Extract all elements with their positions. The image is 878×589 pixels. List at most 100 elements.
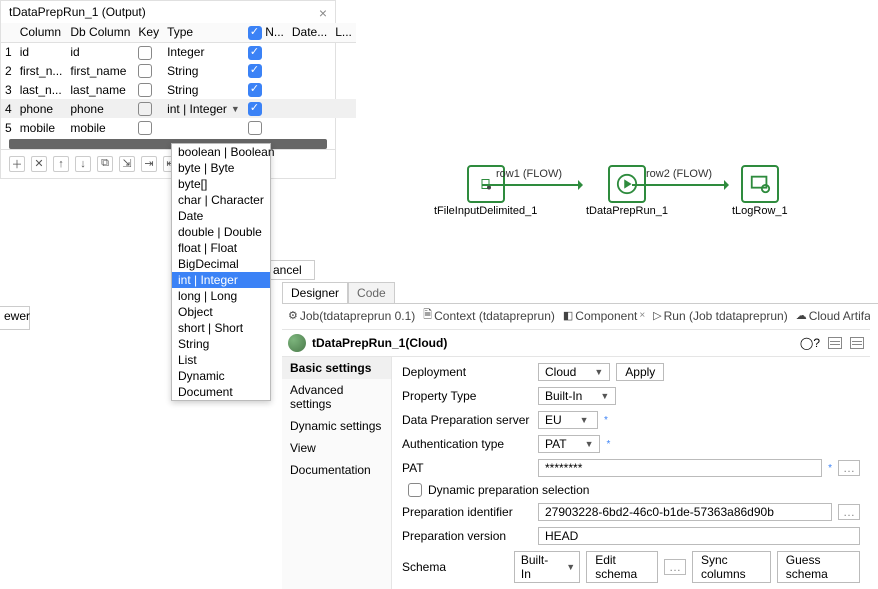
add-row-icon[interactable]: ＋ xyxy=(9,156,25,172)
flow-connector[interactable] xyxy=(482,184,582,186)
type-option[interactable]: double | Double xyxy=(172,224,270,240)
type-dropdown-list[interactable]: boolean | Boolean byte | Byte byte[] cha… xyxy=(171,143,271,401)
nav-documentation[interactable]: Documentation xyxy=(282,459,391,481)
tab-designer[interactable]: Designer xyxy=(282,282,348,303)
chevron-down-icon: ▼ xyxy=(585,439,594,449)
type-option[interactable]: byte | Byte xyxy=(172,160,270,176)
server-select[interactable]: EU▼ xyxy=(538,411,598,429)
view-tabs: ⚙ Job(tdatapreprun 0.1) 🗎 Context (tdata… xyxy=(282,302,870,330)
schema-label: Schema xyxy=(402,560,508,574)
type-option[interactable]: Document xyxy=(172,384,270,400)
list-view-icon[interactable] xyxy=(850,337,864,349)
dynamic-prep-checkbox[interactable] xyxy=(408,483,422,497)
nav-advanced-settings[interactable]: Advanced settings xyxy=(282,379,391,415)
sync-columns-button[interactable]: Sync columns xyxy=(692,551,771,583)
type-option[interactable]: int | Integer xyxy=(172,272,270,288)
horizontal-scrollbar[interactable] xyxy=(9,139,327,149)
table-row[interactable]: 1idid Integer xyxy=(1,42,356,61)
type-option[interactable]: byte[] xyxy=(172,176,270,192)
key-checkbox[interactable] xyxy=(138,64,152,78)
type-dropdown-cell[interactable]: int | Integer▼ xyxy=(167,102,240,116)
form-view-icon[interactable] xyxy=(828,337,842,349)
deployment-select[interactable]: Cloud▼ xyxy=(538,363,610,381)
move-up-icon[interactable]: ↑ xyxy=(53,156,69,172)
chevron-down-icon: ▼ xyxy=(566,562,575,572)
edit-schema-button[interactable]: Edit schema xyxy=(586,551,658,583)
nullable-checkbox[interactable] xyxy=(248,64,262,78)
schema-select[interactable]: Built-In▼ xyxy=(514,551,580,583)
type-option[interactable]: float | Float xyxy=(172,240,270,256)
viewer-tab[interactable]: ewer xyxy=(0,306,30,330)
table-row[interactable]: 3last_n...last_name String xyxy=(1,80,356,99)
nullable-checkbox[interactable] xyxy=(248,46,262,60)
component-nav: Basic settings Advanced settings Dynamic… xyxy=(282,357,392,589)
delete-row-icon[interactable]: ✕ xyxy=(31,156,47,172)
nav-view[interactable]: View xyxy=(282,437,391,459)
design-canvas[interactable]: tFileInputDelimited_1 tDataPrepRun_1 tLo… xyxy=(336,0,878,280)
nav-basic-settings[interactable]: Basic settings xyxy=(282,357,391,379)
nullable-checkbox[interactable] xyxy=(248,102,262,116)
nullable-checkbox[interactable] xyxy=(248,83,262,97)
nav-dynamic-settings[interactable]: Dynamic settings xyxy=(282,415,391,437)
tab-component[interactable]: ◧ Component × xyxy=(563,309,645,323)
prepver-input[interactable]: HEAD xyxy=(538,527,860,545)
component-form: Deployment Cloud▼ Apply Property Type Bu… xyxy=(392,357,870,589)
dialog-title: tDataPrepRun_1 (Output) xyxy=(1,1,335,23)
type-option[interactable]: short | Short xyxy=(172,320,270,336)
tab-run[interactable]: ▷ Run (Job tdatapreprun) xyxy=(653,309,788,323)
key-checkbox[interactable] xyxy=(138,102,152,116)
edit-schema-more[interactable]: … xyxy=(664,559,686,575)
proptype-select[interactable]: Built-In▼ xyxy=(538,387,616,405)
tab-code[interactable]: Code xyxy=(348,282,395,303)
tab-job[interactable]: ⚙ Job(tdatapreprun 0.1) xyxy=(288,309,415,323)
chevron-down-icon: ▼ xyxy=(231,104,240,114)
type-option[interactable]: long | Long xyxy=(172,288,270,304)
apply-button[interactable]: Apply xyxy=(616,363,664,381)
type-option[interactable]: String xyxy=(172,336,270,352)
key-checkbox[interactable] xyxy=(138,121,152,135)
chevron-down-icon: ▼ xyxy=(580,415,589,425)
type-option[interactable]: Dynamic xyxy=(172,368,270,384)
pat-input[interactable]: ******** xyxy=(538,459,822,477)
col-l[interactable]: L... xyxy=(331,23,356,42)
flow-connector[interactable] xyxy=(632,184,728,186)
help-icon[interactable]: ◯? xyxy=(800,336,820,350)
tab-cloud[interactable]: ☁ Cloud Artifact xyxy=(796,309,870,323)
type-option[interactable]: List xyxy=(172,352,270,368)
move-down-icon[interactable]: ↓ xyxy=(75,156,91,172)
type-option[interactable]: Date xyxy=(172,208,270,224)
col-dbcolumn[interactable]: Db Column xyxy=(66,23,134,42)
type-option[interactable]: char | Character xyxy=(172,192,270,208)
paste-icon[interactable]: ⇲ xyxy=(119,156,135,172)
guess-schema-button[interactable]: Guess schema xyxy=(777,551,860,583)
import-icon[interactable]: ⇥ xyxy=(141,156,157,172)
copy-icon[interactable]: ⧉ xyxy=(97,156,113,172)
type-option[interactable]: boolean | Boolean xyxy=(172,144,270,160)
nullable-checkbox[interactable] xyxy=(248,121,262,135)
pat-more-button[interactable]: … xyxy=(838,460,860,476)
table-row[interactable]: 5mobilemobile xyxy=(1,118,356,137)
type-option[interactable]: BigDecimal xyxy=(172,256,270,272)
key-checkbox[interactable] xyxy=(138,83,152,97)
col-key[interactable]: Key xyxy=(134,23,163,42)
tab-context[interactable]: 🗎 Context (tdatapreprun) xyxy=(423,306,555,325)
table-row[interactable]: 2first_n...first_name String xyxy=(1,62,356,81)
close-icon[interactable]: × xyxy=(319,5,327,21)
type-option[interactable]: Object xyxy=(172,304,270,320)
dynamic-prep-label: Dynamic preparation selection xyxy=(428,483,589,497)
component-icon xyxy=(288,334,306,352)
col-column[interactable]: Column xyxy=(16,23,67,42)
node-tlogrow[interactable]: tLogRow_1 xyxy=(732,165,788,217)
close-icon[interactable]: × xyxy=(639,310,645,321)
prepid-input[interactable]: 27903228-6bd2-46c0-b1de-57363a86d90b xyxy=(538,503,832,521)
col-date[interactable]: Date... xyxy=(288,23,331,42)
table-row[interactable]: 4phonephone int | Integer▼ xyxy=(1,99,356,118)
col-n[interactable]: N... xyxy=(244,23,288,42)
flow-label: row2 (FLOW) xyxy=(646,168,712,180)
table-search-icon xyxy=(749,173,771,195)
server-label: Data Preparation server xyxy=(402,413,532,427)
col-type[interactable]: Type xyxy=(163,23,244,42)
auth-select[interactable]: PAT▼ xyxy=(538,435,600,453)
prepid-more-button[interactable]: … xyxy=(838,504,860,520)
key-checkbox[interactable] xyxy=(138,46,152,60)
